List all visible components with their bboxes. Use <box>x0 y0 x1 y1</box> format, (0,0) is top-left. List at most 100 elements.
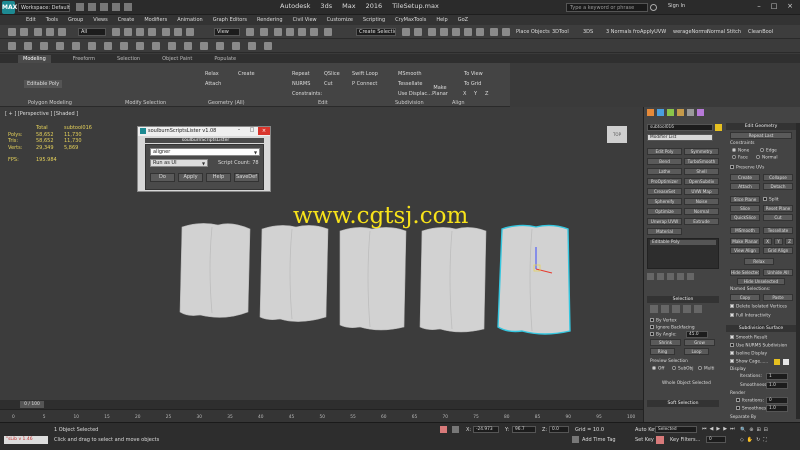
play-icon[interactable]: ▶ <box>716 426 720 432</box>
msmooth-button[interactable]: MSmooth <box>398 71 422 77</box>
select-by-name-icon[interactable] <box>124 28 132 36</box>
hierarchy-tab-icon[interactable] <box>667 109 674 116</box>
split-checkbox[interactable]: Split <box>763 197 779 203</box>
tab-freeform[interactable]: Freeform <box>73 56 95 62</box>
zoom-all-icon[interactable]: ⊕ <box>749 427 753 433</box>
save-defaults-button[interactable]: SaveDef <box>234 173 259 182</box>
minimize-button[interactable]: – <box>752 2 766 13</box>
modifier-button-extrude[interactable]: Extrude <box>684 218 719 225</box>
show-cage-checkbox[interactable]: Show Cage...... <box>730 359 768 365</box>
unlink-icon[interactable] <box>46 28 54 36</box>
quickslice-button[interactable]: QuickSlice <box>730 214 760 221</box>
do-button[interactable]: Do <box>150 173 175 182</box>
modifier-button-sphereify[interactable]: Sphereify <box>647 198 682 205</box>
pin-stack-icon[interactable] <box>647 273 654 280</box>
menu-group[interactable]: Group <box>68 17 83 23</box>
menu-scripting[interactable]: Scripting <box>363 17 385 23</box>
preview-subobj-radio[interactable]: SubObj <box>672 366 693 372</box>
make-planar-button[interactable]: Make Planar <box>431 85 449 97</box>
tool-icon[interactable] <box>152 42 160 50</box>
make-unique-icon[interactable] <box>667 273 674 280</box>
mirror-icon[interactable] <box>402 28 410 36</box>
shrink-button[interactable]: Shrink <box>650 339 681 346</box>
stack-item-editable-poly[interactable]: Editable Poly <box>650 240 716 245</box>
paste-button[interactable]: Paste <box>763 294 793 301</box>
tab-populate[interactable]: Populate <box>214 56 236 62</box>
toolbar-normal-stitch[interactable]: Normal Stitch <box>707 29 741 35</box>
zoom-extents-all-icon[interactable]: ⊟ <box>764 427 768 433</box>
cage-selection-color-swatch[interactable] <box>783 359 789 365</box>
toolbar-place-objects[interactable]: Place Objects <box>516 29 550 35</box>
group-modify-selection[interactable]: Modify Selection <box>125 100 166 106</box>
reset-plane-button[interactable]: Reset Plane <box>763 205 793 212</box>
snap-toggle-icon[interactable] <box>274 28 282 36</box>
menu-civil-view[interactable]: Civil View <box>293 17 317 23</box>
toolbar-3ds[interactable]: 3DS <box>583 29 593 35</box>
use-displace-button[interactable]: Use Displac... <box>398 91 432 97</box>
configure-sets-icon[interactable] <box>687 273 694 280</box>
show-end-result-icon[interactable] <box>657 273 664 280</box>
tool-icon[interactable] <box>264 42 272 50</box>
apply-button[interactable]: Apply <box>178 173 203 182</box>
constraint-normal-radio[interactable]: Normal <box>756 155 778 161</box>
tool-icon[interactable] <box>120 42 128 50</box>
modifier-button-noise[interactable]: Noise <box>684 198 719 205</box>
time-slider[interactable]: 0 / 100 <box>0 400 643 409</box>
render-smoothness-checkbox[interactable]: Smoothness: <box>736 406 770 412</box>
element-icon[interactable] <box>694 305 702 313</box>
edge-icon[interactable] <box>661 305 669 313</box>
key-mode-dropdown[interactable]: Selected <box>655 426 697 433</box>
modifier-button-uvw-map[interactable]: UVW Map <box>684 188 719 195</box>
render-frame-icon[interactable] <box>502 28 510 36</box>
render-iterations-checkbox[interactable]: Iterations: <box>736 398 764 404</box>
modifier-button-lathe[interactable]: Lathe <box>647 168 682 175</box>
menu-create[interactable]: Create <box>118 17 135 23</box>
menu-rendering[interactable]: Rendering <box>257 17 283 23</box>
toolbar-normals-from[interactable]: 3 Normals fro <box>606 29 640 35</box>
planar-z-button[interactable]: Z <box>785 238 794 245</box>
create-button[interactable]: Create <box>238 71 255 77</box>
lock-selection-icon[interactable] <box>440 426 447 433</box>
edit-geometry-rollout[interactable]: Edit Geometry <box>726 123 796 130</box>
object-name-field[interactable]: subtool016 <box>647 124 713 131</box>
modify-tab-icon[interactable] <box>657 109 664 116</box>
tool-icon[interactable] <box>200 42 208 50</box>
loop-button[interactable]: Loop <box>684 348 709 355</box>
auto-key-button[interactable]: Auto Key <box>635 427 657 433</box>
close-button[interactable]: × <box>783 2 797 13</box>
display-smoothness-field[interactable]: 1.0 <box>766 382 788 389</box>
undo-icon[interactable] <box>8 28 16 36</box>
app-logo[interactable]: MAX <box>2 1 17 14</box>
toolbar-applyuvw[interactable]: ApplyUVW <box>640 29 666 35</box>
align-z-button[interactable]: Z <box>485 91 488 97</box>
menu-modifiers[interactable]: Modifiers <box>144 17 167 23</box>
menu-graph-editors[interactable]: Graph Editors <box>213 17 247 23</box>
modifier-button-prooptimizer[interactable]: ProOptimizer <box>647 178 682 185</box>
tool-icon[interactable] <box>88 42 96 50</box>
zoom-extents-icon[interactable]: ⊞ <box>756 427 760 433</box>
new-file-icon[interactable] <box>76 3 84 11</box>
editable-poly-button[interactable]: Editable Poly <box>24 80 63 88</box>
view-align-button[interactable]: View Align <box>730 247 760 254</box>
search-input[interactable]: Type a keyword or phrase <box>566 3 648 12</box>
bind-space-warp-icon[interactable] <box>58 28 66 36</box>
chevron-down-icon[interactable]: ▼ <box>202 161 205 166</box>
select-object-icon[interactable] <box>112 28 120 36</box>
render-setup-icon[interactable] <box>490 28 498 36</box>
ring-button[interactable]: Ring <box>650 348 675 355</box>
menu-customize[interactable]: Customize <box>327 17 353 23</box>
set-key-button[interactable]: Set Key <box>635 437 654 443</box>
to-grid-button[interactable]: To Grid <box>464 81 481 87</box>
save-file-icon[interactable] <box>100 3 108 11</box>
sign-in-button[interactable]: Sign In <box>668 3 685 9</box>
zoom-icon[interactable]: 🔍 <box>740 427 746 433</box>
grow-button[interactable]: Grow <box>684 339 715 346</box>
go-to-end-icon[interactable]: ⏭ <box>730 426 735 432</box>
tool-icon[interactable] <box>40 42 48 50</box>
current-frame-field[interactable]: 0 <box>706 436 726 443</box>
rotate-icon[interactable] <box>174 28 182 36</box>
isoline-display-checkbox[interactable]: Isoline Display <box>730 351 767 357</box>
remove-modifier-icon[interactable] <box>677 273 684 280</box>
scale-icon[interactable] <box>186 28 194 36</box>
make-planar-button[interactable]: Make Planar <box>730 238 760 245</box>
